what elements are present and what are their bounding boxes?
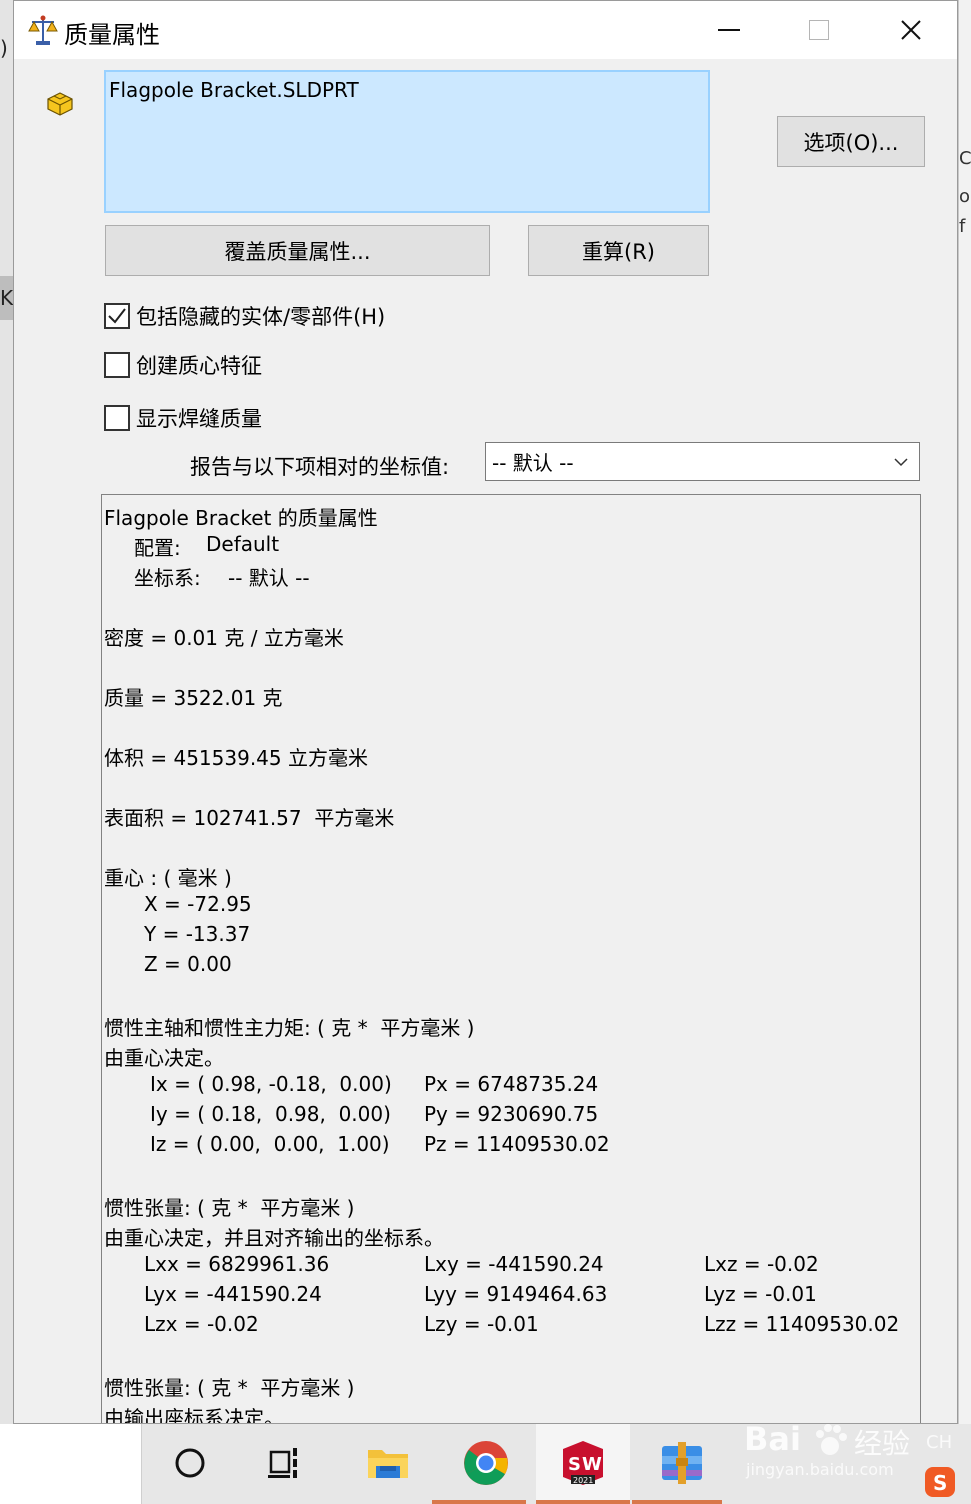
tensor-lzx: Lzx = -0.02 [144, 1312, 259, 1336]
svg-text:W: W [582, 1454, 602, 1475]
coordinate-system-value: -- 默认 -- [492, 451, 574, 475]
coordinate-system-label: 报告与以下项相对的坐标值: [190, 455, 450, 479]
center-of-mass-heading: 重心 : ( 毫米 ) [104, 866, 232, 890]
background-text-fragment: ) [0, 36, 8, 60]
winrar-button[interactable] [652, 1432, 712, 1494]
principal-moment-pz: Pz = 11409530.02 [424, 1132, 610, 1156]
include-hidden-checkbox[interactable] [104, 303, 130, 329]
mass-properties-dialog: 质量属性 Flagpole Bracket.SLDPRT 选项(O)... 覆盖… [13, 0, 958, 1424]
background-text-fragment: C [959, 148, 971, 169]
taskbar-app-indicator [632, 1500, 722, 1504]
recalculate-button[interactable]: 重算(R) [528, 225, 709, 276]
cg-z: Z = 0.00 [144, 952, 232, 976]
principal-axes-heading: 惯性主轴和惯性主力矩: ( 克 * 平方毫米 ) [104, 1016, 475, 1040]
minimize-button[interactable] [684, 1, 774, 59]
solidworks-button[interactable]: S W 2021 [553, 1432, 613, 1494]
close-button[interactable] [866, 1, 956, 59]
override-mass-properties-button[interactable]: 覆盖质量属性... [105, 225, 490, 276]
mass-properties-scale-icon [28, 15, 58, 45]
file-explorer-icon [368, 1450, 408, 1478]
window-title: 质量属性 [64, 21, 160, 49]
tensor-lyz: Lyz = -0.01 [704, 1282, 817, 1306]
principal-moment-py: Py = 9230690.75 [424, 1102, 599, 1126]
principal-axes-subheading: 由重心决定。 [104, 1046, 224, 1070]
svg-text:S: S [568, 1454, 581, 1475]
mass-properties-results[interactable]: Flagpole Bracket 的质量属性 配置: Default 坐标系: … [101, 494, 921, 1424]
taskbar-app-indicator [536, 1500, 630, 1504]
tensor-lxx: Lxx = 6829961.36 [144, 1252, 330, 1276]
config-value: Default [206, 532, 280, 556]
task-view-button[interactable] [256, 1432, 316, 1494]
cortana-icon [175, 1448, 205, 1478]
checkmark-icon [108, 308, 126, 324]
maximize-icon [809, 20, 829, 40]
inertia-tensor-output-subheading: 由输出座标系决定。 [104, 1406, 284, 1424]
coordinate-system-dropdown[interactable]: -- 默认 -- [485, 442, 920, 481]
show-weld-mass-checkbox[interactable] [104, 405, 130, 431]
watermark-brand-suffix: 经验 [854, 1427, 911, 1460]
background-app-left: ) K [0, 0, 14, 1424]
tensor-lyx: Lyx = -441590.24 [144, 1282, 322, 1306]
taskbar-search-box[interactable] [0, 1424, 142, 1504]
tensor-lzy: Lzy = -0.01 [424, 1312, 539, 1336]
selected-item[interactable]: Flagpole Bracket.SLDPRT [109, 78, 359, 102]
show-weld-mass-checkbox-row[interactable]: 显示焊缝质量 [104, 403, 262, 433]
part-icon [47, 92, 73, 116]
cortana-button[interactable] [160, 1432, 220, 1494]
coord-system-label: 坐标系: [134, 566, 201, 590]
create-cg-feature-checkbox[interactable] [104, 352, 130, 378]
principal-axis-ix: Ix = ( 0.98, -0.18, 0.00) [150, 1072, 392, 1096]
cg-y: Y = -13.37 [144, 922, 251, 946]
selected-items-list[interactable]: Flagpole Bracket.SLDPRT [104, 70, 710, 213]
coord-system-value: -- 默认 -- [228, 566, 310, 590]
tensor-lzz: Lzz = 11409530.02 [704, 1312, 900, 1336]
task-view-icon [268, 1448, 297, 1478]
baidu-jingyan-watermark: Bai 经验 CH jingyan.baidu.com S [740, 1394, 965, 1504]
create-cg-feature-label: 创建质心特征 [136, 354, 262, 378]
file-explorer-button[interactable] [358, 1432, 418, 1494]
inertia-tensor-cg-heading: 惯性张量: ( 克 * 平方毫米 ) [104, 1196, 355, 1220]
inertia-tensor-cg-subheading: 由重心决定，并且对齐输出的坐标系。 [104, 1226, 444, 1250]
baidu-paw-icon [816, 1424, 847, 1455]
tensor-lxz: Lxz = -0.02 [704, 1252, 819, 1276]
maximize-button[interactable] [774, 1, 864, 59]
minimize-icon [718, 29, 740, 31]
include-hidden-checkbox-row[interactable]: 包括隐藏的实体/零部件(H) [104, 301, 385, 331]
close-icon [901, 20, 921, 40]
watermark-brand: Bai [744, 1420, 801, 1458]
taskbar-app-indicator [432, 1500, 526, 1504]
title-bar[interactable]: 质量属性 [14, 1, 957, 59]
background-app-right: C o f [958, 0, 971, 1424]
watermark-url: jingyan.baidu.com [746, 1460, 894, 1479]
sogou-ime-icon: S [925, 1467, 955, 1497]
create-cg-feature-checkbox-row[interactable]: 创建质心特征 [104, 350, 262, 380]
mass-line: 质量 = 3522.01 克 [104, 686, 283, 710]
principal-axis-iz: Iz = ( 0.00, 0.00, 1.00) [150, 1132, 390, 1156]
background-text-fragment: o [959, 186, 971, 207]
options-button[interactable]: 选项(O)... [777, 116, 925, 167]
principal-moment-px: Px = 6748735.24 [424, 1072, 599, 1096]
background-text-fragment: K [0, 286, 14, 310]
svg-text:S: S [933, 1471, 947, 1495]
inertia-tensor-output-heading: 惯性张量: ( 克 * 平方毫米 ) [104, 1376, 355, 1400]
config-label: 配置: [134, 536, 181, 560]
watermark-lang: CH [926, 1432, 953, 1453]
chrome-button[interactable] [456, 1432, 516, 1494]
cg-x: X = -72.95 [144, 892, 252, 916]
tensor-lyy: Lyy = 9149464.63 [424, 1282, 608, 1306]
include-hidden-label: 包括隐藏的实体/零部件(H) [136, 305, 386, 329]
surface-area-line: 表面积 = 102741.57 平方毫米 [104, 806, 395, 830]
volume-line: 体积 = 451539.45 立方毫米 [104, 746, 368, 770]
results-title: Flagpole Bracket 的质量属性 [104, 506, 378, 530]
chevron-down-icon [894, 458, 908, 467]
background-text-fragment: f [959, 216, 966, 237]
solidworks-version-badge: 2021 [573, 1476, 593, 1485]
chrome-icon [464, 1441, 508, 1485]
principal-axis-iy: Iy = ( 0.18, 0.98, 0.00) [150, 1102, 391, 1126]
show-weld-mass-label: 显示焊缝质量 [136, 407, 262, 431]
solidworks-icon: S W 2021 [563, 1441, 603, 1485]
density-line: 密度 = 0.01 克 / 立方毫米 [104, 626, 344, 650]
tensor-lxy: Lxy = -441590.24 [424, 1252, 604, 1276]
winrar-icon [662, 1442, 702, 1484]
